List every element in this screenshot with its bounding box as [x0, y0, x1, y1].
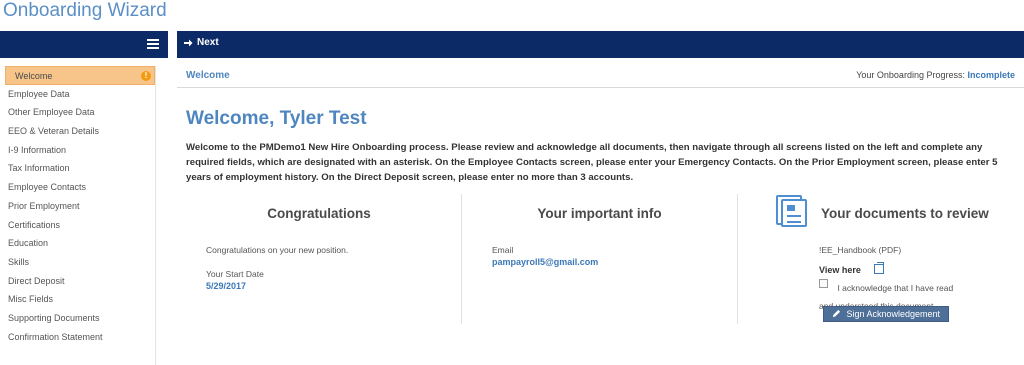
- sidebar-item-other-employee-data[interactable]: Other Employee Data: [0, 103, 155, 122]
- sign-acknowledgement-button[interactable]: Sign Acknowledgement: [823, 306, 949, 322]
- sidebar-item-certifications[interactable]: Certifications: [0, 216, 155, 235]
- top-toolbar: Next: [177, 31, 1024, 58]
- sidebar-item-label: Welcome: [15, 71, 53, 81]
- congratulations-panel: Congratulations Congratulations on your …: [177, 194, 461, 324]
- progress-label: Your Onboarding Progress:: [856, 70, 965, 80]
- sidebar-item-misc-fields[interactable]: Misc Fields: [0, 290, 155, 309]
- start-date-label: Your Start Date: [206, 269, 264, 279]
- sidebar-item-label: Employee Data: [8, 88, 70, 99]
- important-info-panel: Your important info Email pampayroll5@gm…: [461, 194, 738, 324]
- page-title: Welcome, Tyler Test: [186, 108, 367, 129]
- onboarding-progress: Your Onboarding Progress: Incomplete: [856, 70, 1015, 80]
- email-label: Email: [492, 245, 514, 255]
- pencil-icon: [832, 309, 841, 318]
- main-content: Welcome Your Onboarding Progress: Incomp…: [177, 58, 1024, 365]
- sidebar-item-prior-employment[interactable]: Prior Employment: [0, 197, 155, 216]
- sidebar-item-i9[interactable]: I-9 Information: [0, 141, 155, 160]
- start-date-value: 5/29/2017: [206, 281, 247, 291]
- sidebar-item-employee-data[interactable]: Employee Data: [0, 85, 155, 104]
- external-link-icon: [874, 261, 885, 274]
- sidebar-item-supporting-documents[interactable]: Supporting Documents: [0, 309, 155, 328]
- content-header: Welcome Your Onboarding Progress: Incomp…: [177, 58, 1024, 88]
- documents-panel: Your documents to review !EE_Handbook (P…: [738, 194, 1024, 324]
- document-name: !EE_Handbook (PDF): [819, 245, 902, 255]
- sidebar-item-eeo-veteran[interactable]: EEO & Veteran Details: [0, 122, 155, 141]
- sidebar-item-welcome[interactable]: Welcome !: [5, 66, 155, 85]
- sidebar-item-education[interactable]: Education: [0, 234, 155, 253]
- congratulations-title: Congratulations: [267, 206, 371, 221]
- sign-label: Sign Acknowledgement: [846, 309, 941, 319]
- sidebar-item-label: Confirmation Statement: [8, 331, 103, 342]
- sidebar-item-label: Prior Employment: [8, 200, 80, 211]
- sidebar-item-label: Skills: [8, 256, 30, 267]
- sidebar-item-label: Tax Information: [8, 163, 70, 174]
- view-here-link[interactable]: View here: [819, 260, 885, 278]
- sidebar-item-label: Employee Contacts: [8, 182, 87, 193]
- acknowledge-checkbox[interactable]: [819, 279, 828, 288]
- sidebar-item-label: I-9 Information: [8, 144, 67, 155]
- sidebar-item-direct-deposit[interactable]: Direct Deposit: [0, 272, 155, 291]
- sidebar-item-label: Direct Deposit: [8, 275, 65, 286]
- sidebar-item-label: Supporting Documents: [8, 312, 100, 323]
- intro-text: Welcome to the PMDemo1 New Hire Onboardi…: [186, 142, 998, 183]
- hamburger-menu-icon[interactable]: [147, 39, 159, 49]
- important-info-title: Your important info: [537, 206, 662, 221]
- sidebar-item-label: EEO & Veteran Details: [8, 126, 100, 137]
- sidebar-item-skills[interactable]: Skills: [0, 253, 155, 272]
- sidebar-item-confirmation-statement[interactable]: Confirmation Statement: [0, 328, 155, 347]
- email-value: pampayroll5@gmail.com: [492, 257, 599, 267]
- sidebar-item-label: Other Employee Data: [8, 107, 95, 118]
- sidebar-item-label: Certifications: [8, 219, 61, 230]
- sidebar-item-tax[interactable]: Tax Information: [0, 159, 155, 178]
- breadcrumb: Welcome: [186, 70, 230, 81]
- sidebar-item-label: Misc Fields: [8, 294, 54, 305]
- app-title: Onboarding Wizard: [3, 0, 167, 21]
- progress-status: Incomplete: [967, 70, 1015, 80]
- sidebar-header-bar: [0, 31, 168, 58]
- congratulations-message: Congratulations on your new position.: [206, 245, 349, 255]
- view-here-label: View here: [819, 265, 861, 275]
- sidebar-item-label: Education: [8, 238, 49, 249]
- next-label: Next: [197, 37, 219, 48]
- sidebar-nav: Welcome ! Employee Data Other Employee D…: [0, 66, 156, 365]
- documents-icon: [776, 195, 808, 227]
- next-button[interactable]: Next: [183, 37, 219, 48]
- arrow-right-icon: [184, 39, 193, 46]
- warning-icon: !: [141, 71, 151, 81]
- sidebar-item-employee-contacts[interactable]: Employee Contacts: [0, 178, 155, 197]
